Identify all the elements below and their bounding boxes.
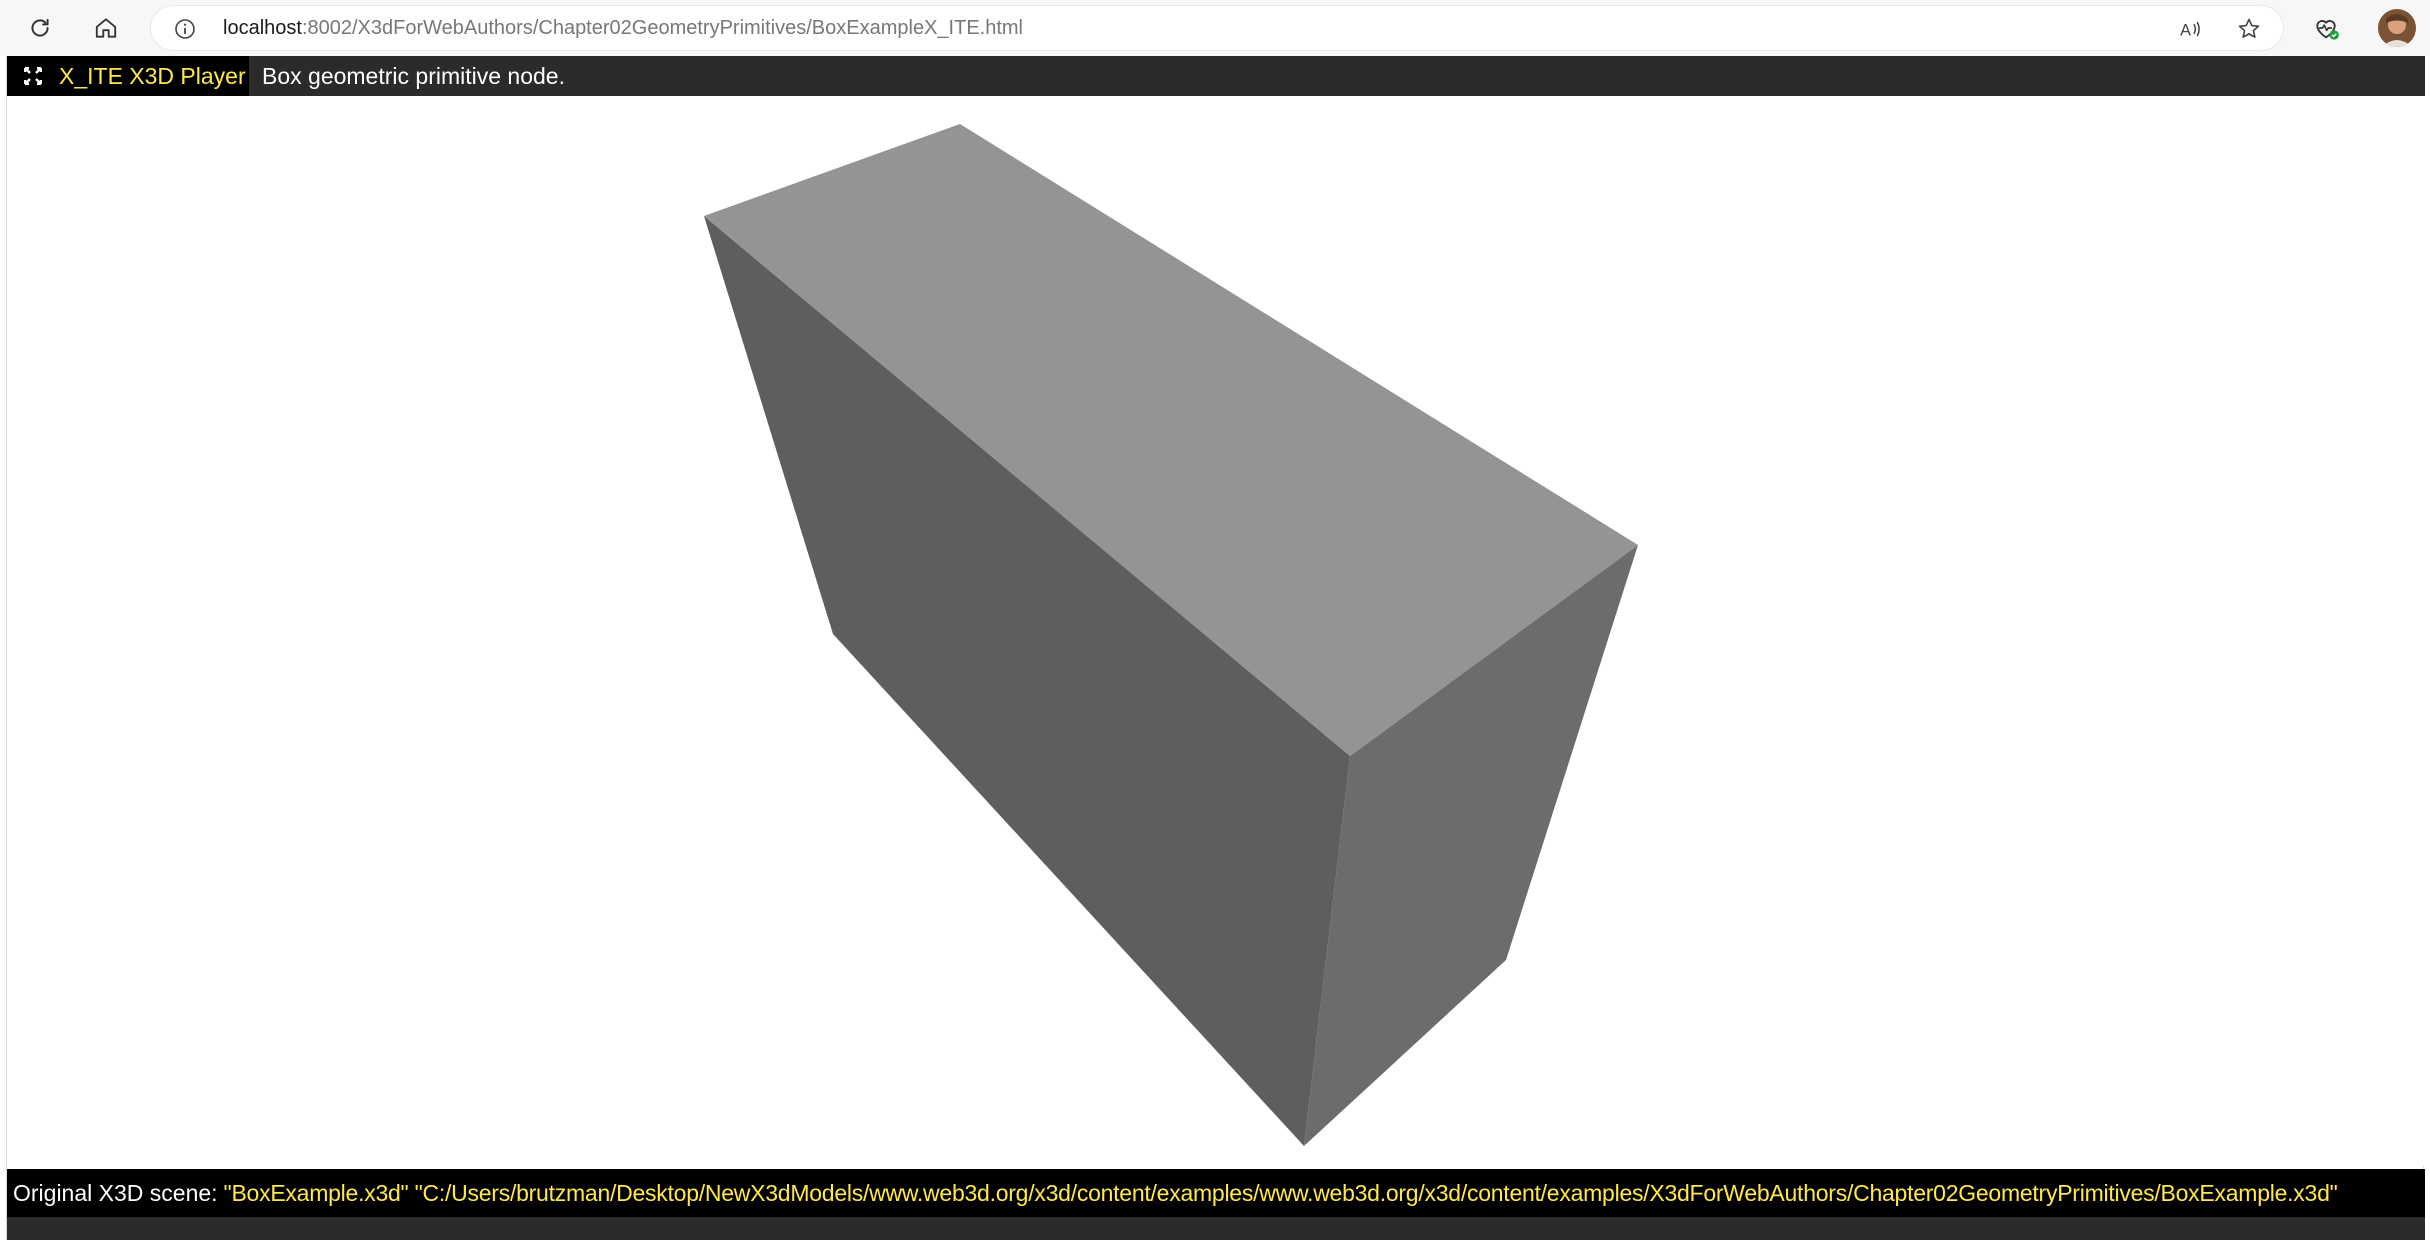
info-icon[interactable]	[171, 15, 199, 43]
scene-source-link[interactable]: "BoxExample.x3d" "C:/Users/brutzman/Desk…	[224, 1180, 2338, 1207]
avatar[interactable]	[2378, 9, 2416, 47]
scene-title: Box geometric primitive node.	[262, 63, 565, 89]
x3d-viewport[interactable]	[7, 96, 2425, 1166]
refresh-button[interactable]	[21, 9, 59, 47]
url-text[interactable]: localhost:8002/X3dForWebAuthors/Chapter0…	[223, 17, 1023, 40]
box-render[interactable]	[7, 96, 2425, 1166]
player-title-tab[interactable]: X_ITE X3D Player	[7, 56, 249, 96]
player-title: X_ITE X3D Player	[59, 62, 246, 89]
browser-toolbar: localhost:8002/X3dForWebAuthors/Chapter0…	[0, 0, 2430, 56]
url-path: :8002/X3dForWebAuthors/Chapter02Geometry…	[301, 17, 1023, 39]
home-button[interactable]	[87, 9, 125, 47]
browser-essentials-button[interactable]	[2307, 9, 2345, 47]
player-header: X_ITE X3D Player Box geometric primitive…	[7, 56, 2425, 96]
scene-source-label: Original X3D scene:	[13, 1179, 218, 1206]
address-bar[interactable]: localhost:8002/X3dForWebAuthors/Chapter0…	[150, 5, 2284, 51]
svg-text:A: A	[2180, 22, 2191, 40]
read-aloud-icon[interactable]: A	[2177, 15, 2205, 43]
bottom-strip	[7, 1217, 2425, 1240]
fullscreen-icon[interactable]	[23, 66, 43, 86]
star-icon[interactable]	[2235, 15, 2263, 43]
home-icon	[95, 18, 117, 38]
page-content: X_ITE X3D Player Box geometric primitive…	[6, 56, 2425, 1240]
browser-essentials-icon	[2316, 20, 2339, 40]
refresh-icon	[31, 18, 49, 37]
scene-source-bar: Original X3D scene: "BoxExample.x3d" "C:…	[7, 1169, 2425, 1217]
url-host: localhost	[223, 17, 302, 39]
